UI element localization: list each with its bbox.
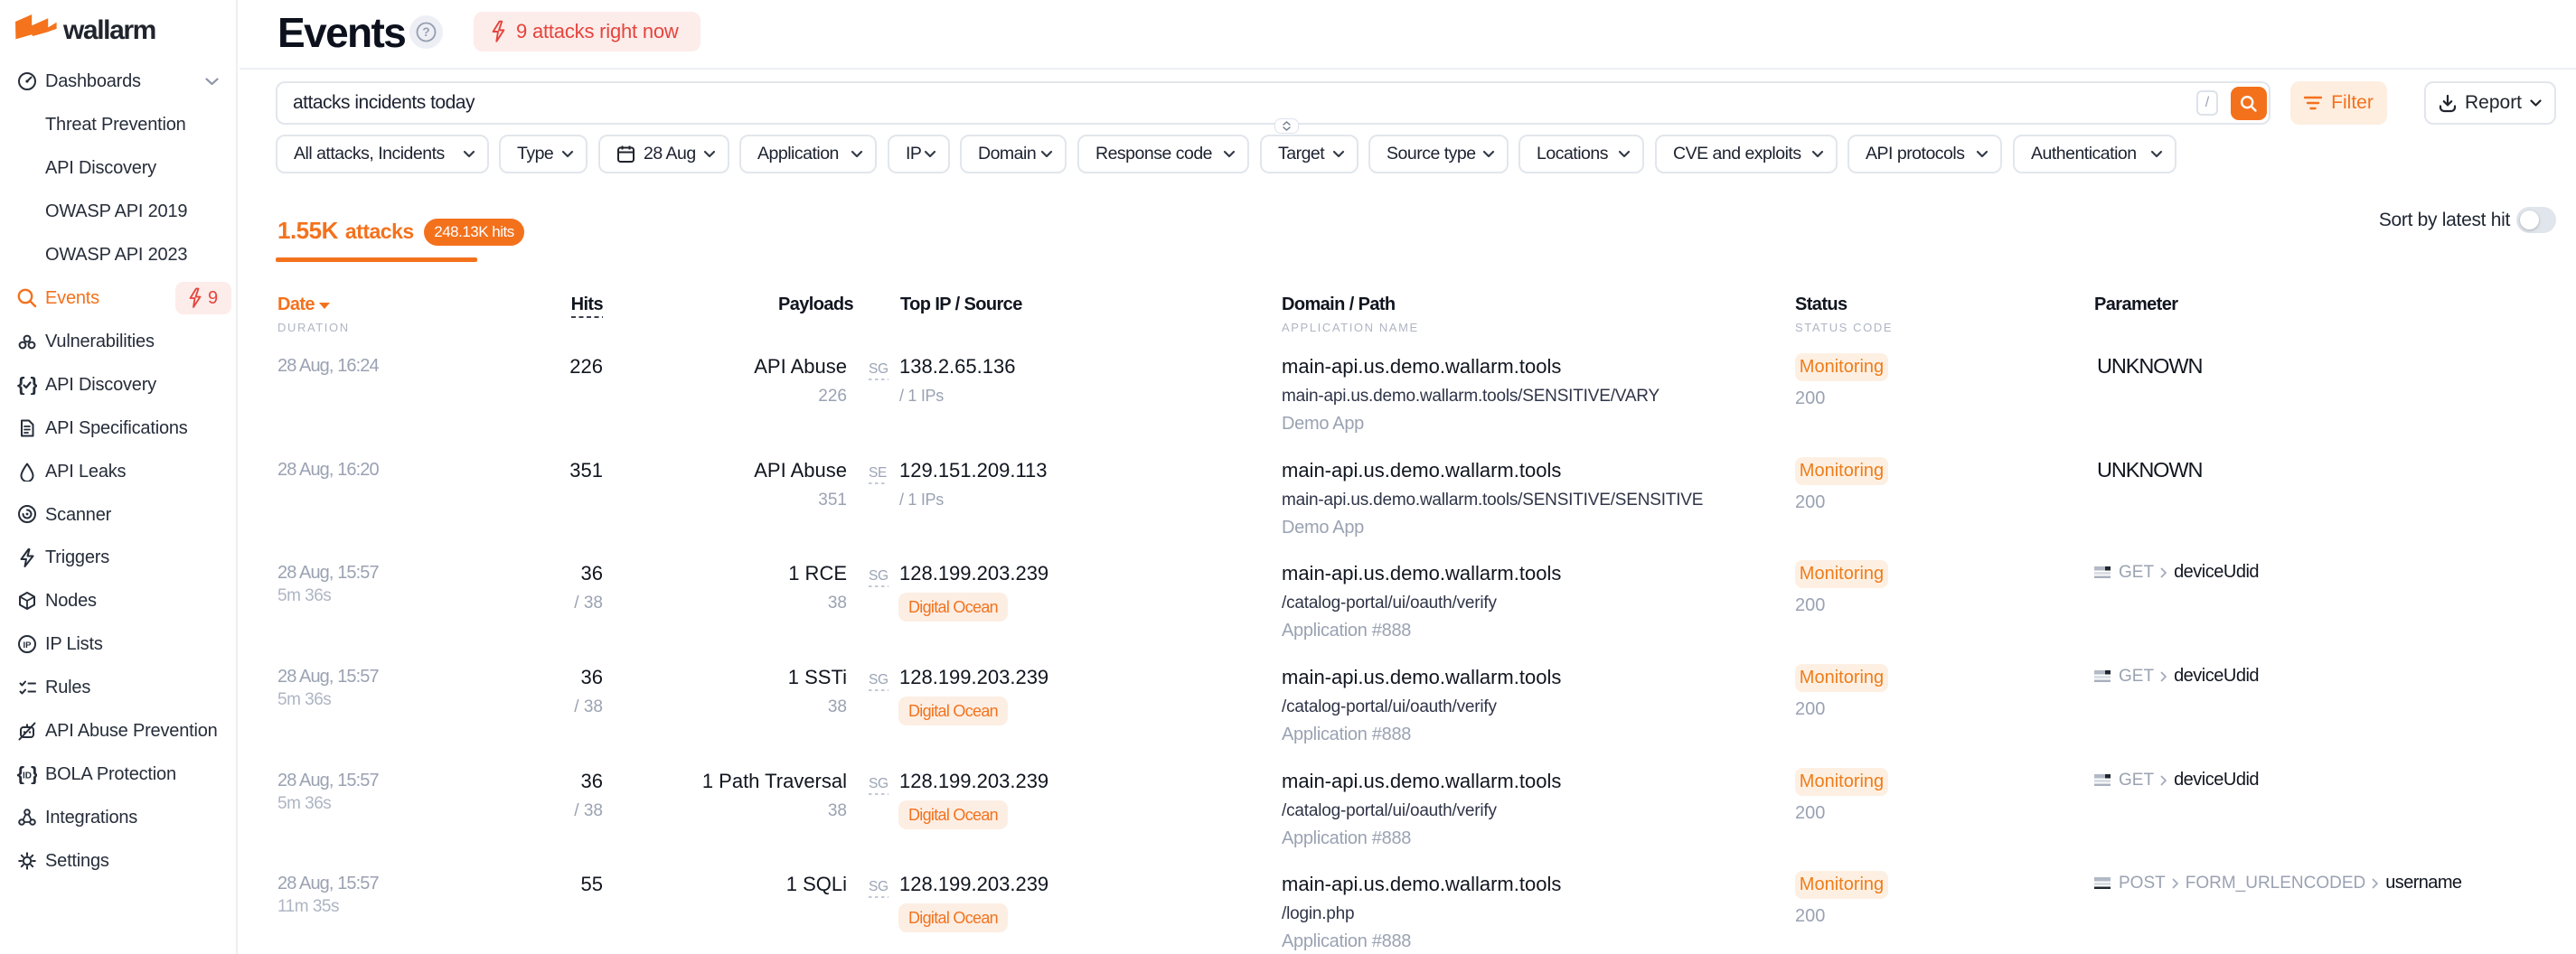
svg-text:}: }	[31, 764, 37, 784]
svg-text:}: }	[31, 375, 38, 395]
svg-text:IP: IP	[24, 641, 33, 650]
svg-text:?: ?	[422, 25, 429, 39]
svg-text:ID: ID	[23, 772, 32, 781]
